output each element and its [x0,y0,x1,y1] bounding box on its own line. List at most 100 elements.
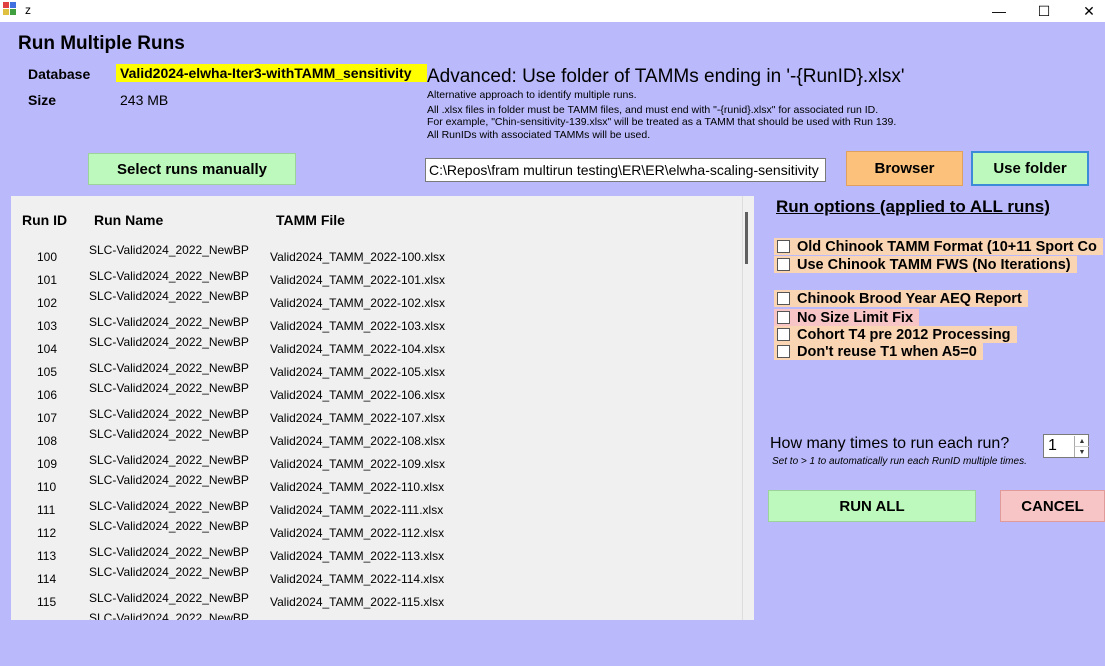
option-label: Don't reuse T1 when A5=0 [797,343,977,360]
advanced-title: Advanced: Use folder of TAMMs ending in … [427,66,905,87]
tamm-file-cell: Valid2024_TAMM_2022-100.xlsx [270,250,445,264]
spin-up-icon[interactable]: ▲ [1074,436,1089,446]
tamm-file-cell: Valid2024_TAMM_2022-114.xlsx [270,572,445,586]
run-id-cell: 114 [37,572,57,586]
run-name-cell: SLC-Valid2024_2022_NewBP [89,453,249,467]
size-label: Size [28,92,57,108]
checkbox[interactable] [777,240,790,253]
run-id-cell: 112 [37,526,57,540]
run-id-cell: 104 [37,342,58,356]
advanced-note: All .xlsx files in folder must be TAMM f… [427,104,879,116]
option-label: Chinook Brood Year AEQ Report [797,290,1022,307]
option-dont-reuse-t1[interactable]: Don't reuse T1 when A5=0 [774,343,983,360]
column-header-run-name[interactable]: Run Name [94,212,163,228]
table-row[interactable]: 103 SLC-Valid2024_2022_NewBP Valid2024_TAM… [11,313,741,336]
run-name-cell: SLC-Valid2024_2022_NewBP [89,565,249,579]
run-name-cell: SLC-Valid2024_2022_NewBP [89,499,249,513]
run-name-cell: SLC-Valid2024_2022_NewBP [89,473,249,487]
checkbox[interactable] [777,328,790,341]
run-name-cell: SLC-Valid2024_2022_NewBP [89,335,249,349]
table-row[interactable]: 101 SLC-Valid2024_2022_NewBP Valid2024_TAM… [11,267,741,290]
column-header-tamm-file[interactable]: TAMM File [276,212,345,228]
advanced-note: For example, "Chin-sensitivity-139.xlsx"… [427,116,897,128]
table-row[interactable]: 114 SLC-Valid2024_2022_NewBP Valid2024_TAM… [11,565,741,589]
table-row[interactable]: 112 SLC-Valid2024_2022_NewBP Valid2024_TAM… [11,519,741,543]
option-old-chinook-tamm-format[interactable]: Old Chinook TAMM Format (10+11 Sport Co [774,238,1103,255]
run-name-cell: SLC-Valid2024_2022_NewBP [89,407,249,421]
run-id-cell: 107 [37,411,58,425]
run-id-cell: 111 [37,503,56,517]
run-name-cell: SLC-Valid2024_2022_NewBP [89,427,249,441]
tamm-file-cell: Valid2024_TAMM_2022-109.xlsx [270,457,445,471]
table-row[interactable]: 111 SLC-Valid2024_2022_NewBP Valid2024_TAM… [11,497,741,520]
table-row[interactable]: 109 SLC-Valid2024_2022_NewBP Valid2024_TAM… [11,451,741,474]
table-row[interactable]: SLC-Valid2024_2022_NewBP [11,611,741,620]
run-id-cell: 105 [37,365,58,379]
grid-scroll-thumb[interactable] [745,212,748,264]
table-row[interactable]: 108 SLC-Valid2024_2022_NewBP Valid2024_TAM… [11,427,741,451]
run-name-cell: SLC-Valid2024_2022_NewBP [89,243,249,257]
option-label: No Size Limit Fix [797,309,914,326]
run-name-cell: SLC-Valid2024_2022_NewBP [89,545,249,559]
app-icon [3,2,17,16]
select-runs-manually-button[interactable]: Select runs manually [88,153,296,185]
grid-scrollbar[interactable] [742,196,754,620]
cancel-button[interactable]: CANCEL [1000,490,1105,522]
tamm-file-cell: Valid2024_TAMM_2022-102.xlsx [270,296,445,310]
database-value: Valid2024-elwha-Iter3-withTAMM_sensitivi… [116,64,427,82]
runs-grid[interactable]: Run ID Run Name TAMM File 100 SLC-Valid20… [11,196,754,620]
advanced-note: All RunIDs with associated TAMMs will be… [427,129,651,141]
option-cohort-t4-pre-2012[interactable]: Cohort T4 pre 2012 Processing [774,326,1017,343]
table-row[interactable]: 115 SLC-Valid2024_2022_NewBP Valid2024_TAM… [11,589,741,612]
close-button[interactable]: ✕ [1066,0,1105,22]
option-use-chinook-tamm-fws[interactable]: Use Chinook TAMM FWS (No Iterations) [774,256,1077,273]
use-folder-button[interactable]: Use folder [971,151,1089,186]
checkbox[interactable] [777,292,790,305]
run-id-cell: 110 [37,480,57,494]
column-header-run-id[interactable]: Run ID [22,212,67,228]
table-row[interactable]: 102 SLC-Valid2024_2022_NewBP Valid2024_TAM… [11,289,741,313]
run-name-cell: SLC-Valid2024_2022_NewBP [89,289,249,303]
window-title: z [25,3,31,17]
run-id-cell: 102 [37,296,58,310]
run-name-cell: SLC-Valid2024_2022_NewBP [89,269,249,283]
tamm-file-cell: Valid2024_TAMM_2022-103.xlsx [270,319,445,333]
tamm-file-cell: Valid2024_TAMM_2022-112.xlsx [270,526,445,540]
run-name-cell: SLC-Valid2024_2022_NewBP [89,519,249,533]
table-row[interactable]: 110 SLC-Valid2024_2022_NewBP Valid2024_TAM… [11,473,741,497]
option-chinook-brood-year-aeq[interactable]: Chinook Brood Year AEQ Report [774,290,1028,307]
browser-button[interactable]: Browser [846,151,963,186]
tamm-file-cell: Valid2024_TAMM_2022-101.xlsx [270,273,445,287]
checkbox[interactable] [777,345,790,358]
option-label: Use Chinook TAMM FWS (No Iterations) [797,256,1071,273]
run-name-cell: SLC-Valid2024_2022_NewBP [89,591,249,605]
run-id-cell: 109 [37,457,58,471]
option-label: Cohort T4 pre 2012 Processing [797,326,1011,343]
tamm-file-cell: Valid2024_TAMM_2022-104.xlsx [270,342,445,356]
table-row[interactable]: 104 SLC-Valid2024_2022_NewBP Valid2024_TAM… [11,335,741,359]
run-times-stepper[interactable]: 1 ▲ ▼ [1043,434,1089,458]
run-times-value[interactable]: 1 [1048,437,1057,455]
run-name-cell: SLC-Valid2024_2022_NewBP [89,611,249,620]
maximize-button[interactable]: ☐ [1021,0,1067,22]
run-id-cell: 115 [37,595,57,609]
folder-path-input[interactable] [425,158,826,182]
option-no-size-limit-fix[interactable]: No Size Limit Fix [774,309,920,326]
tamm-file-cell: Valid2024_TAMM_2022-107.xlsx [270,411,445,425]
table-row[interactable]: 106 SLC-Valid2024_2022_NewBP Valid2024_TAM… [11,381,741,405]
table-row[interactable]: 100 SLC-Valid2024_2022_NewBP Valid2024_TAM… [11,243,741,267]
run-all-button[interactable]: RUN ALL [768,490,976,522]
spin-down-icon[interactable]: ▼ [1074,446,1089,457]
run-times-note: Set to > 1 to automatically run each Run… [772,456,1027,467]
run-name-cell: SLC-Valid2024_2022_NewBP [89,381,249,395]
table-row[interactable]: 107 SLC-Valid2024_2022_NewBP Valid2024_TAM… [11,405,741,428]
table-row[interactable]: 113 SLC-Valid2024_2022_NewBP Valid2024_TAM… [11,543,741,566]
table-row[interactable]: 105 SLC-Valid2024_2022_NewBP Valid2024_TAM… [11,359,741,382]
minimize-button[interactable]: — [976,0,1022,22]
tamm-file-cell: Valid2024_TAMM_2022-106.xlsx [270,388,445,402]
checkbox[interactable] [777,258,790,271]
checkbox[interactable] [777,311,790,324]
run-times-label: How many times to run each run? [770,435,1010,452]
database-label: Database [28,66,91,82]
option-label: Old Chinook TAMM Format (10+11 Sport Co [797,238,1097,255]
